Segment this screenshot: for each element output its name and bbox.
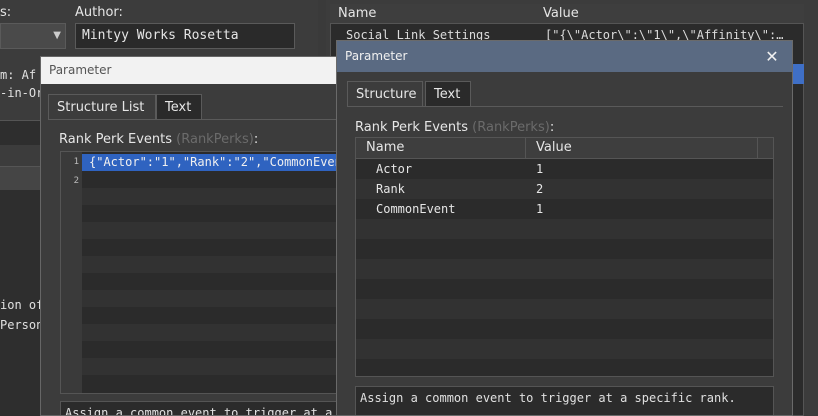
parameter-dialog-structure: Parameter ✕ Structure Text Rank Perk Eve…	[336, 40, 793, 416]
tab-structure[interactable]: Structure	[347, 81, 423, 107]
dialog-title: Parameter	[41, 57, 337, 84]
row-name: Rank	[376, 182, 405, 196]
row-name: CommonEvent	[376, 202, 456, 216]
line-number-gutter	[61, 152, 82, 393]
col-name-header[interactable]: Name	[356, 138, 526, 158]
row-stripe	[82, 358, 337, 375]
dialog-title: Parameter	[337, 41, 792, 72]
field-colon: :	[253, 132, 259, 147]
help-text-box: Assign a common event to trigger at a sp…	[60, 401, 337, 415]
row-stripe	[82, 290, 337, 307]
table-row[interactable]: CommonEvent 1	[356, 199, 773, 219]
left-field-label: s:	[0, 5, 12, 20]
field-colon: :	[549, 120, 555, 135]
tab-divider	[48, 119, 337, 120]
close-icon[interactable]: ✕	[762, 41, 782, 72]
tab-divider	[347, 106, 783, 107]
field-label-text: Rank Perk Events	[355, 120, 469, 135]
field-label: Rank Perk Events (RankPerks):	[59, 132, 258, 147]
structure-list-editor[interactable]: 1 2 {"Actor":"1","Rank":"2","CommonEvent…	[60, 151, 337, 394]
line-number: 2	[73, 176, 79, 186]
tab-text[interactable]: Text	[156, 94, 202, 120]
empty-row	[356, 219, 773, 239]
structure-table[interactable]: Name Value Actor 1 Rank 2 CommonEvent 1	[355, 137, 774, 377]
bg-toolbar-strip	[0, 120, 40, 145]
bg-text-fragment: -in-Or	[0, 86, 44, 100]
field-key: (RankPerks)	[176, 132, 254, 147]
empty-row	[356, 259, 773, 279]
row-value: 1	[536, 202, 544, 216]
chevron-down-icon: ▼	[53, 30, 61, 41]
table-row[interactable]: Rank 2	[356, 179, 773, 199]
list-line-text[interactable]: {"Actor":"1","Rank":"2","CommonEvent"	[89, 154, 337, 171]
parameter-dialog-structure-list: Parameter Structure List Text Rank Perk …	[40, 56, 338, 416]
left-combo[interactable]: ▼	[0, 23, 66, 49]
bg-text-fragment: m: Af	[0, 68, 37, 82]
parameters-col-name[interactable]: Name	[330, 4, 535, 24]
empty-row	[356, 339, 773, 359]
author-input[interactable]: Mintyy Works Rosetta	[75, 23, 295, 49]
bg-text-fragment: ion of	[0, 298, 44, 312]
row-stripe	[82, 256, 337, 273]
table-row[interactable]: Actor 1	[356, 159, 773, 179]
help-text-box: Assign a common event to trigger at a sp…	[355, 386, 774, 415]
tab-text[interactable]: Text	[425, 81, 471, 107]
parameters-col-value[interactable]: Value	[535, 4, 804, 24]
field-key: (RankPerks)	[472, 120, 550, 135]
bg-header-strip	[0, 166, 40, 191]
row-stripe	[82, 222, 337, 239]
selected-row-highlight	[792, 64, 804, 84]
table-header: Name Value	[356, 138, 773, 159]
field-label: Rank Perk Events (RankPerks):	[355, 120, 554, 135]
tab-structure-list[interactable]: Structure List	[48, 94, 156, 120]
row-stripe	[82, 188, 337, 205]
row-stripe	[82, 324, 337, 341]
line-number: 1	[73, 157, 79, 167]
row-value: 2	[536, 182, 544, 196]
field-label-text: Rank Perk Events	[59, 132, 173, 147]
author-label: Author:	[75, 5, 123, 20]
row-value: 1	[536, 162, 544, 176]
row-name: Actor	[376, 162, 413, 176]
empty-row	[356, 299, 773, 319]
col-value-header[interactable]: Value	[526, 138, 758, 158]
